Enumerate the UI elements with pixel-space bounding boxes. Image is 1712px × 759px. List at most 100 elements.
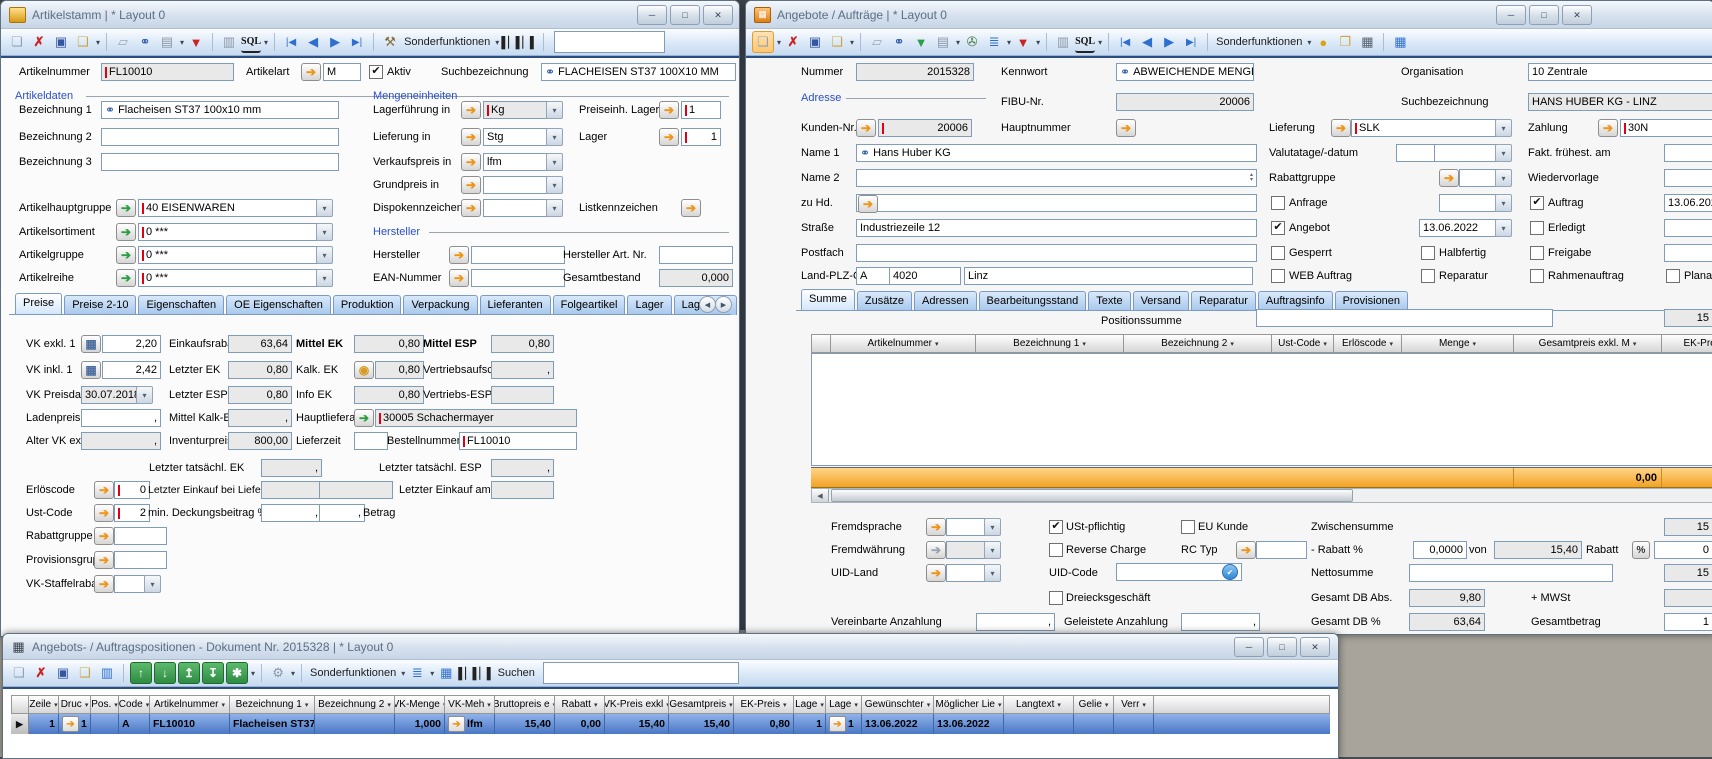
sort-icon[interactable]: ▾ <box>54 701 58 709</box>
tab-texte[interactable]: Texte <box>739 295 740 315</box>
barcode-icon[interactable]: ▌▏▌▏▌ <box>501 32 536 52</box>
col-header-ek-preis[interactable]: EK-Preis▾ <box>1662 334 1712 353</box>
cell-moeglicher[interactable]: 13.06.2022 <box>934 714 1004 734</box>
new-document-icon[interactable]: ❏ <box>752 31 774 53</box>
artikelhauptgruppe-field[interactable]: 40 EISENWAREN <box>138 199 322 217</box>
cell-bezeichnung1[interactable]: Flacheisen ST37 1... <box>230 714 315 734</box>
nav-next-icon[interactable]: ▶ <box>325 32 345 52</box>
col-header-lage1[interactable]: Lage▾ <box>794 695 826 714</box>
find-icon[interactable]: ⚭ <box>860 148 870 158</box>
titlebar-artikelstamm[interactable]: Artikelstamm | * Layout 0 ─ □ ✕ <box>1 1 739 29</box>
quick-search-input[interactable] <box>554 31 665 53</box>
angebot-datum-field[interactable]: 13.06.2022 <box>1419 219 1501 237</box>
tab-eigenschaften[interactable]: Eigenschaften <box>138 295 224 315</box>
land-field[interactable]: A <box>856 267 890 285</box>
maximize-button[interactable]: □ <box>1267 637 1297 657</box>
erloescode-field[interactable]: 0 <box>114 481 150 499</box>
titlebar-angebote[interactable]: ▦ Angebote / Aufträge | * Layout 0 ─ □ ✕ <box>746 1 1712 29</box>
grundpreis-in-jump-button[interactable]: ➔ <box>461 176 481 194</box>
sort-icon[interactable]: ▾ <box>1230 340 1234 348</box>
tools-gear-icon[interactable]: ⚙ <box>268 663 288 683</box>
sql-dropdown-icon[interactable]: ▾ <box>1098 38 1102 47</box>
col-header-geliefert[interactable]: Gelie▾ <box>1074 695 1114 714</box>
sonderfunktionen-menu[interactable]: Sonderfunktionen <box>1216 36 1302 48</box>
artikelreihe-field[interactable]: 0 *** <box>138 269 322 287</box>
print-dropdown-icon[interactable]: ▾ <box>180 38 184 47</box>
sonderfunktionen-dropdown-icon[interactable]: ▾ <box>1307 38 1311 47</box>
zahlung-field[interactable]: 30N <box>1620 119 1712 137</box>
vk-exkl-field[interactable]: 2,20 <box>102 335 161 353</box>
uid-land-jump-button[interactable]: ➔ <box>926 564 946 582</box>
col-header-ust-code[interactable]: Ust-Code▾ <box>1272 334 1334 353</box>
cell-lage2[interactable]: ➔1 <box>826 714 862 734</box>
suchbezeichnung-field[interactable]: ⚭FLACHEISEN ST37 100X10 MM <box>541 63 736 81</box>
min-deckungsbeitrag-betrag-field[interactable]: , <box>319 504 365 522</box>
valutadatum-field[interactable] <box>1434 144 1501 162</box>
geleistete-anzahlung-field[interactable]: , <box>1181 613 1260 631</box>
sort-icon[interactable]: ▾ <box>1105 701 1109 709</box>
col-header-rabatt[interactable]: Rabatt▾ <box>555 695 605 714</box>
tab-lieferanten[interactable]: Lieferanten <box>480 295 551 315</box>
planauftrag-checkbox[interactable] <box>1666 269 1680 283</box>
scroll-left-button[interactable]: ◀ <box>812 489 829 502</box>
sonderfunktionen-dropdown-icon[interactable]: ▾ <box>495 38 499 47</box>
hersteller-artnr-field[interactable] <box>659 246 733 264</box>
print-icon[interactable]: ▤ <box>933 32 953 52</box>
spinner-icon[interactable]: ▴▾ <box>1250 173 1253 183</box>
tools-icon[interactable]: ⚒ <box>380 32 400 52</box>
rahmenauftrag-checkbox[interactable] <box>1530 269 1544 283</box>
sort-icon[interactable]: ▾ <box>1142 701 1146 709</box>
col-header-menge[interactable]: Menge▾ <box>1402 334 1514 353</box>
nav-prev-icon[interactable]: ◀ <box>1137 32 1157 52</box>
rabattgruppe-dropdown[interactable]: ▾ <box>1495 169 1512 187</box>
find-icon[interactable]: ⚭ <box>105 105 115 115</box>
fremdsprache-dropdown[interactable]: ▾ <box>984 518 1001 536</box>
artikelsortiment-dropdown[interactable]: ▾ <box>316 223 333 241</box>
ladenpreis-field[interactable]: , <box>81 409 161 427</box>
layout-dropdown-icon[interactable]: ▾ <box>1007 38 1011 47</box>
delete-row-icon[interactable]: ✗ <box>31 663 51 683</box>
freigabe-datum-field[interactable] <box>1664 244 1712 262</box>
calculator-device-icon[interactable]: ▦ <box>1357 32 1377 52</box>
col-header-moeglicher[interactable]: Möglicher Lie▾ <box>934 695 1004 714</box>
sort-icon[interactable]: ▾ <box>1633 340 1637 348</box>
col-header-vk-meh[interactable]: VK-Meh▾ <box>445 695 495 714</box>
artikelart-jump-button[interactable]: ➔ <box>301 63 321 81</box>
dreiecksgeschaeft-checkbox[interactable] <box>1049 591 1063 605</box>
vk-preisdatum-dropdown[interactable]: ▾ <box>136 386 153 404</box>
nettosumme-field[interactable] <box>1409 564 1613 582</box>
angebot-checkbox[interactable]: ✔ <box>1271 221 1285 235</box>
uid-land-dropdown[interactable]: ▾ <box>984 564 1001 582</box>
artikelgruppe-jump-button[interactable]: ➔ <box>116 246 136 264</box>
artikelart-field[interactable]: M <box>323 63 361 81</box>
col-header-artikelnummer[interactable]: Artikelnummer▾ <box>831 334 976 353</box>
sort-icon[interactable]: ▾ <box>221 701 225 709</box>
anfrage-dropdown[interactable]: ▾ <box>1495 194 1512 212</box>
cell-rabatt[interactable]: 0,00 <box>555 714 605 734</box>
gesamtbetrag-field[interactable]: 1 <box>1664 613 1712 631</box>
tab-bearbeitungsstand[interactable]: Bearbeitungsstand <box>979 291 1087 311</box>
cell-vk-menge[interactable]: 1,000 <box>395 714 445 734</box>
barcode-icon[interactable]: ▌▏▌▏▌ <box>458 663 493 683</box>
vk-staffelrabatt-dropdown[interactable]: ▾ <box>144 575 161 593</box>
rc-typ-jump-button[interactable]: ➔ <box>1236 541 1256 559</box>
verkaufspreis-in-field[interactable]: lfm <box>483 153 552 171</box>
halbfertig-checkbox[interactable] <box>1421 246 1435 260</box>
lagerfuehrung-jump-button[interactable]: ➔ <box>461 101 481 119</box>
tab-summe[interactable]: Summe <box>801 289 855 311</box>
paste-document-icon[interactable]: ▥ <box>97 663 117 683</box>
verkaufspreis-in-jump-button[interactable]: ➔ <box>461 153 481 171</box>
col-header-ek-preis[interactable]: EK-Preis▾ <box>734 695 794 714</box>
tab-folgeartikel[interactable]: Folgeartikel <box>553 295 626 315</box>
rabatt-betrag-field[interactable]: 0 <box>1654 541 1712 559</box>
artikelnummer-field[interactable]: FL10010 <box>101 63 234 81</box>
nav-last-icon[interactable]: ▶| <box>1181 32 1201 52</box>
grundpreis-in-field[interactable] <box>483 176 552 194</box>
kunden-nr-jump-button[interactable]: ➔ <box>856 119 876 137</box>
coins-icon[interactable]: ◉ <box>354 361 374 379</box>
col-header-gesamtpreis[interactable]: Gesamtpreis▾ <box>669 695 734 714</box>
tab-texte[interactable]: Texte <box>1088 291 1130 311</box>
vk-staffelrabatt-jump-button[interactable]: ➔ <box>94 575 114 593</box>
bezeichnung2-field[interactable] <box>101 128 339 146</box>
print-dropdown-icon[interactable]: ▾ <box>956 38 960 47</box>
